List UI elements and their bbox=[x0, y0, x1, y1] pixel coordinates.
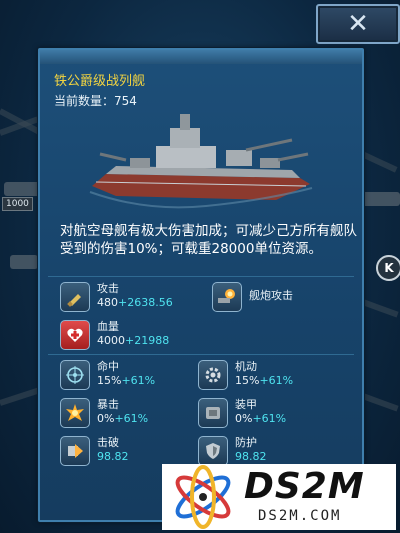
stat-label: 攻击 bbox=[97, 282, 119, 295]
stat-value: 15%+61% bbox=[235, 374, 294, 387]
explosion-icon bbox=[60, 398, 90, 428]
stat-mobility: 机动 15%+61% bbox=[198, 360, 293, 390]
atom-logo-icon bbox=[175, 465, 231, 529]
stat-defense: 防护 98.82 bbox=[198, 436, 267, 466]
stat-label: 命中 bbox=[97, 360, 119, 373]
stat-value: 98.82 bbox=[235, 450, 267, 463]
close-icon: ✕ bbox=[347, 9, 369, 39]
stat-label: 机动 bbox=[235, 360, 257, 373]
watermark-site: DS2M.COM bbox=[258, 508, 342, 524]
stat-label: 舰炮攻击 bbox=[249, 289, 293, 302]
pierce-icon bbox=[60, 436, 90, 466]
stat-label: 防护 bbox=[235, 436, 257, 449]
stat-hp: 血量 4000+21988 bbox=[60, 320, 169, 350]
stat-attack: 攻击 480+2638.56 bbox=[60, 282, 173, 312]
armor-icon bbox=[198, 398, 228, 428]
watermark-brand: DS2M bbox=[244, 466, 365, 507]
stat-label: 装甲 bbox=[235, 398, 257, 411]
ship-description: 对航空母舰有极大伤害加成；可减少己方所有舰队受到的伤害10%；可载重28000单… bbox=[60, 223, 357, 257]
stat-crit: 暴击 0%+61% bbox=[60, 398, 148, 428]
ship-title: 铁公爵级战列舰 bbox=[54, 74, 146, 89]
health-icon bbox=[60, 320, 90, 350]
stat-value: 480+2638.56 bbox=[97, 296, 173, 309]
shield-icon bbox=[198, 436, 228, 466]
watermark-logo: DS2M DS2M.COM bbox=[162, 464, 396, 530]
stat-value: 4000+21988 bbox=[97, 334, 170, 347]
background-ship bbox=[362, 192, 400, 206]
crosshair-icon bbox=[60, 360, 90, 390]
stat-label: 击破 bbox=[97, 436, 119, 449]
divider bbox=[48, 276, 354, 277]
stat-hit: 命中 15%+61% bbox=[60, 360, 155, 390]
stat-value: 0%+61% bbox=[235, 412, 287, 425]
stat-value: 98.82 bbox=[97, 450, 129, 463]
stat-naval-gun: 舰炮攻击 bbox=[212, 282, 293, 312]
stat-value: 0%+61% bbox=[97, 412, 149, 425]
stat-value: 15%+61% bbox=[97, 374, 156, 387]
cannon-icon bbox=[212, 282, 242, 312]
ship-info-panel: 铁公爵级战列舰 当前数量：754 对航空母舰有极大伤害加成；可减少己方所有舰队受… bbox=[38, 48, 364, 522]
panel-header-bar bbox=[40, 50, 362, 64]
shell-icon bbox=[60, 282, 90, 312]
close-button[interactable]: ✕ bbox=[316, 4, 400, 44]
battleship-image bbox=[89, 114, 313, 209]
k-side-button[interactable]: K bbox=[376, 255, 400, 281]
divider bbox=[48, 354, 354, 355]
stat-label: 血量 bbox=[97, 320, 119, 333]
stat-label: 暴击 bbox=[97, 398, 119, 411]
gear-icon bbox=[198, 360, 228, 390]
background-ship bbox=[10, 255, 38, 269]
stat-armor: 装甲 0%+61% bbox=[198, 398, 286, 428]
stat-pierce: 击破 98.82 bbox=[60, 436, 129, 466]
side-count-tag: 1000 bbox=[2, 197, 33, 211]
